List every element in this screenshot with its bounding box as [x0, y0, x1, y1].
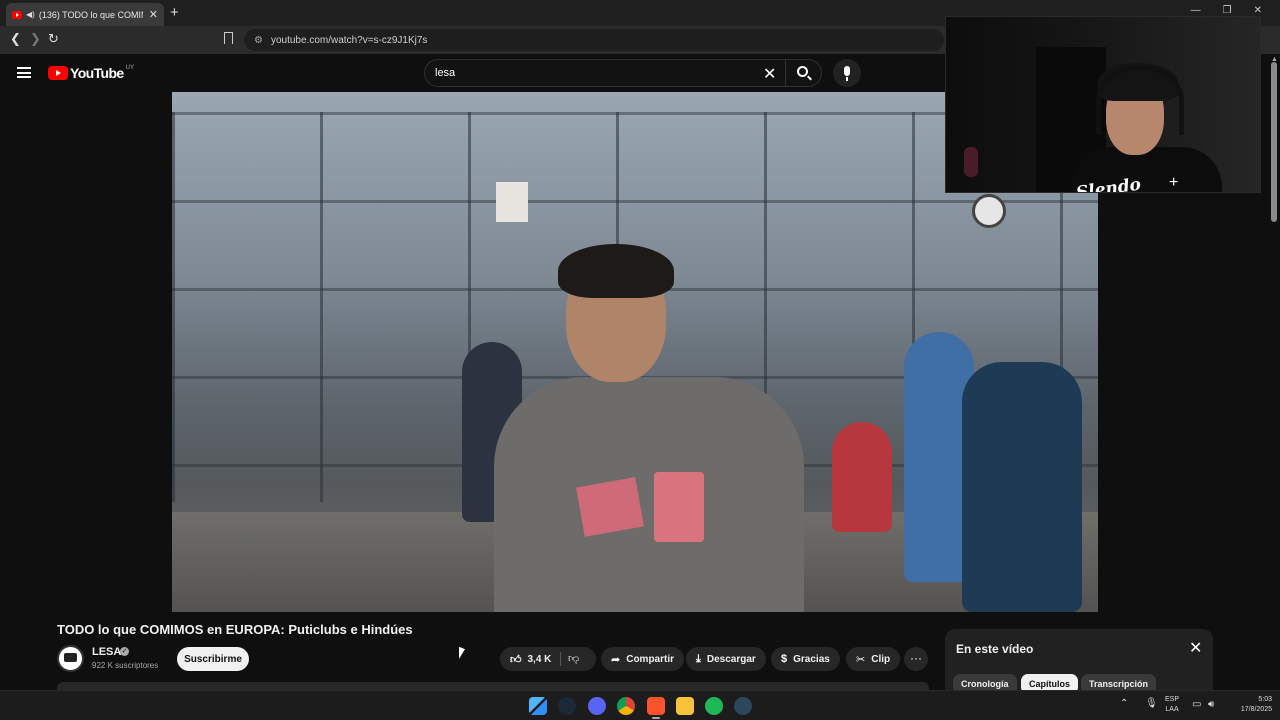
language-code: ESP [1165, 696, 1180, 703]
address-bar[interactable]: ⚙ youtube.com/watch?v=s-cz9J1Kj7s [244, 29, 944, 51]
search-divider [785, 60, 786, 86]
like-button[interactable]: 👍︎ 3,4 K [500, 647, 560, 671]
webcam-overlay: Slendo + [945, 16, 1261, 193]
keyboard-layout: LAA [1165, 706, 1179, 713]
more-actions-icon[interactable]: ··· [904, 647, 928, 671]
brave-browser-icon[interactable] [647, 697, 665, 715]
like-separator [560, 652, 561, 666]
minimize-icon[interactable]: — [1191, 5, 1201, 16]
subscriber-count: 922 K suscriptores [92, 661, 159, 670]
system-tray: ⌃ 🎙︎ [1120, 698, 1158, 709]
pink-food-box [576, 477, 644, 537]
menu-icon[interactable] [17, 67, 31, 78]
close-window-icon[interactable]: ✕ [1254, 5, 1262, 16]
file-explorer-icon[interactable] [676, 697, 694, 715]
panel-title: En este vídeo [956, 642, 1034, 656]
microphone-tray-icon[interactable]: 🎙︎ [1145, 698, 1158, 709]
download-button[interactable]: ⤓ Descargar [686, 647, 766, 671]
like-dislike-group: 👍︎ 3,4 K 👎︎ [500, 647, 596, 671]
background-pedestrian [962, 362, 1082, 612]
country-code: UY [125, 65, 134, 71]
page-scrollbar[interactable] [1271, 62, 1277, 222]
scissors-icon: ✂ [856, 653, 866, 666]
taskbar-clock[interactable]: 5:03 17/8/2025 [1228, 695, 1272, 715]
mouse-cursor [459, 646, 465, 662]
share-icon: ➦ [611, 653, 621, 666]
tray-overflow-icon[interactable]: ⌃ [1120, 698, 1128, 709]
tab-title: (136) TODO lo que COMIMOS [38, 9, 143, 20]
download-label: Descargar [706, 653, 756, 665]
active-app-indicator [652, 717, 660, 719]
microphone [964, 147, 978, 177]
voice-search-icon[interactable] [833, 59, 861, 87]
in-this-video-panel: En este vídeo ✕ Cronología Capítulos Tra… [945, 629, 1213, 694]
youtube-play-icon [48, 66, 68, 80]
volume-icon[interactable]: 🔊︎ [1208, 699, 1214, 710]
description-box[interactable] [57, 682, 929, 690]
search-icon[interactable] [797, 66, 808, 77]
thanks-button[interactable]: $ Gracias [771, 647, 840, 671]
panel-close-icon[interactable]: ✕ [1189, 638, 1202, 658]
clear-search-icon[interactable]: ✕ [763, 64, 776, 84]
steam-secondary-icon[interactable] [734, 697, 752, 715]
spotify-icon[interactable] [705, 697, 723, 715]
site-info-icon[interactable]: ⚙ [254, 35, 263, 46]
share-button[interactable]: ➦ Compartir [601, 647, 685, 671]
station-clock [972, 194, 1006, 228]
window-controls: — ❐ ✕ [1191, 5, 1262, 16]
search-input[interactable]: lesa [435, 67, 455, 79]
like-count: 3,4 K [527, 653, 552, 665]
restore-icon[interactable]: ❐ [1223, 5, 1232, 16]
download-icon: ⤓ [696, 652, 701, 665]
super-thanks-icon: $ [781, 653, 788, 665]
windows-start-icon[interactable] [529, 697, 547, 715]
subscribe-button[interactable]: Suscribirme [177, 647, 249, 671]
browser-tab[interactable]: ◀) (136) TODO lo que COMIMOS ✕ [6, 3, 164, 26]
background-pedestrian [832, 422, 892, 532]
youtube-wordmark: YouTube [70, 65, 124, 81]
youtube-logo[interactable]: YouTube UY [48, 65, 134, 81]
presenter-hair [558, 244, 674, 298]
clip-button[interactable]: ✂ Clip [846, 647, 901, 671]
channel-name[interactable]: LESA [92, 646, 121, 658]
clock-time: 5:03 [1258, 696, 1272, 703]
url-text: youtube.com/watch?v=s-cz9J1Kj7s [270, 34, 428, 46]
new-tab-button[interactable]: + [170, 4, 179, 21]
language-indicator[interactable]: ESP LAA [1165, 695, 1179, 715]
thanks-label: Gracias [793, 653, 830, 665]
video-title: TODO lo que COMIMOS en EUROPA: Puticlubs… [57, 622, 413, 637]
video-presenter [494, 244, 804, 612]
reload-icon[interactable]: ↻ [48, 31, 59, 47]
share-label: Compartir [626, 653, 675, 665]
station-sign [496, 182, 528, 222]
presenter-shirt [494, 377, 804, 612]
steam-icon[interactable] [558, 697, 576, 715]
thumbs-down-icon[interactable]: 👎︎ [568, 652, 579, 665]
forward-icon[interactable]: ❯ [30, 31, 41, 47]
tab-close-icon[interactable]: ✕ [149, 8, 158, 21]
pink-coffee-cup [654, 472, 704, 542]
chrome-icon[interactable] [617, 697, 635, 715]
verified-icon: ✓ [120, 647, 129, 656]
clip-label: Clip [871, 653, 891, 665]
channel-avatar[interactable] [57, 645, 84, 672]
back-icon[interactable]: ❮ [10, 31, 21, 47]
search-box[interactable]: lesa ✕ [424, 59, 822, 87]
windows-taskbar: ⌃ 🎙︎ ESP LAA ▭ 🔊︎ 5:03 17/8/2025 [0, 690, 1280, 720]
bookmark-icon[interactable] [224, 32, 233, 44]
clock-date: 17/8/2025 [1240, 706, 1272, 713]
brand-plus: + [1169, 174, 1179, 191]
discord-icon[interactable] [588, 697, 606, 715]
thumbs-up-icon: 👍︎ [510, 653, 522, 666]
network-icon[interactable]: ▭ [1192, 699, 1201, 710]
youtube-favicon-icon [12, 10, 22, 19]
headset [1096, 65, 1184, 135]
audio-playing-icon[interactable]: ◀) [26, 10, 35, 19]
